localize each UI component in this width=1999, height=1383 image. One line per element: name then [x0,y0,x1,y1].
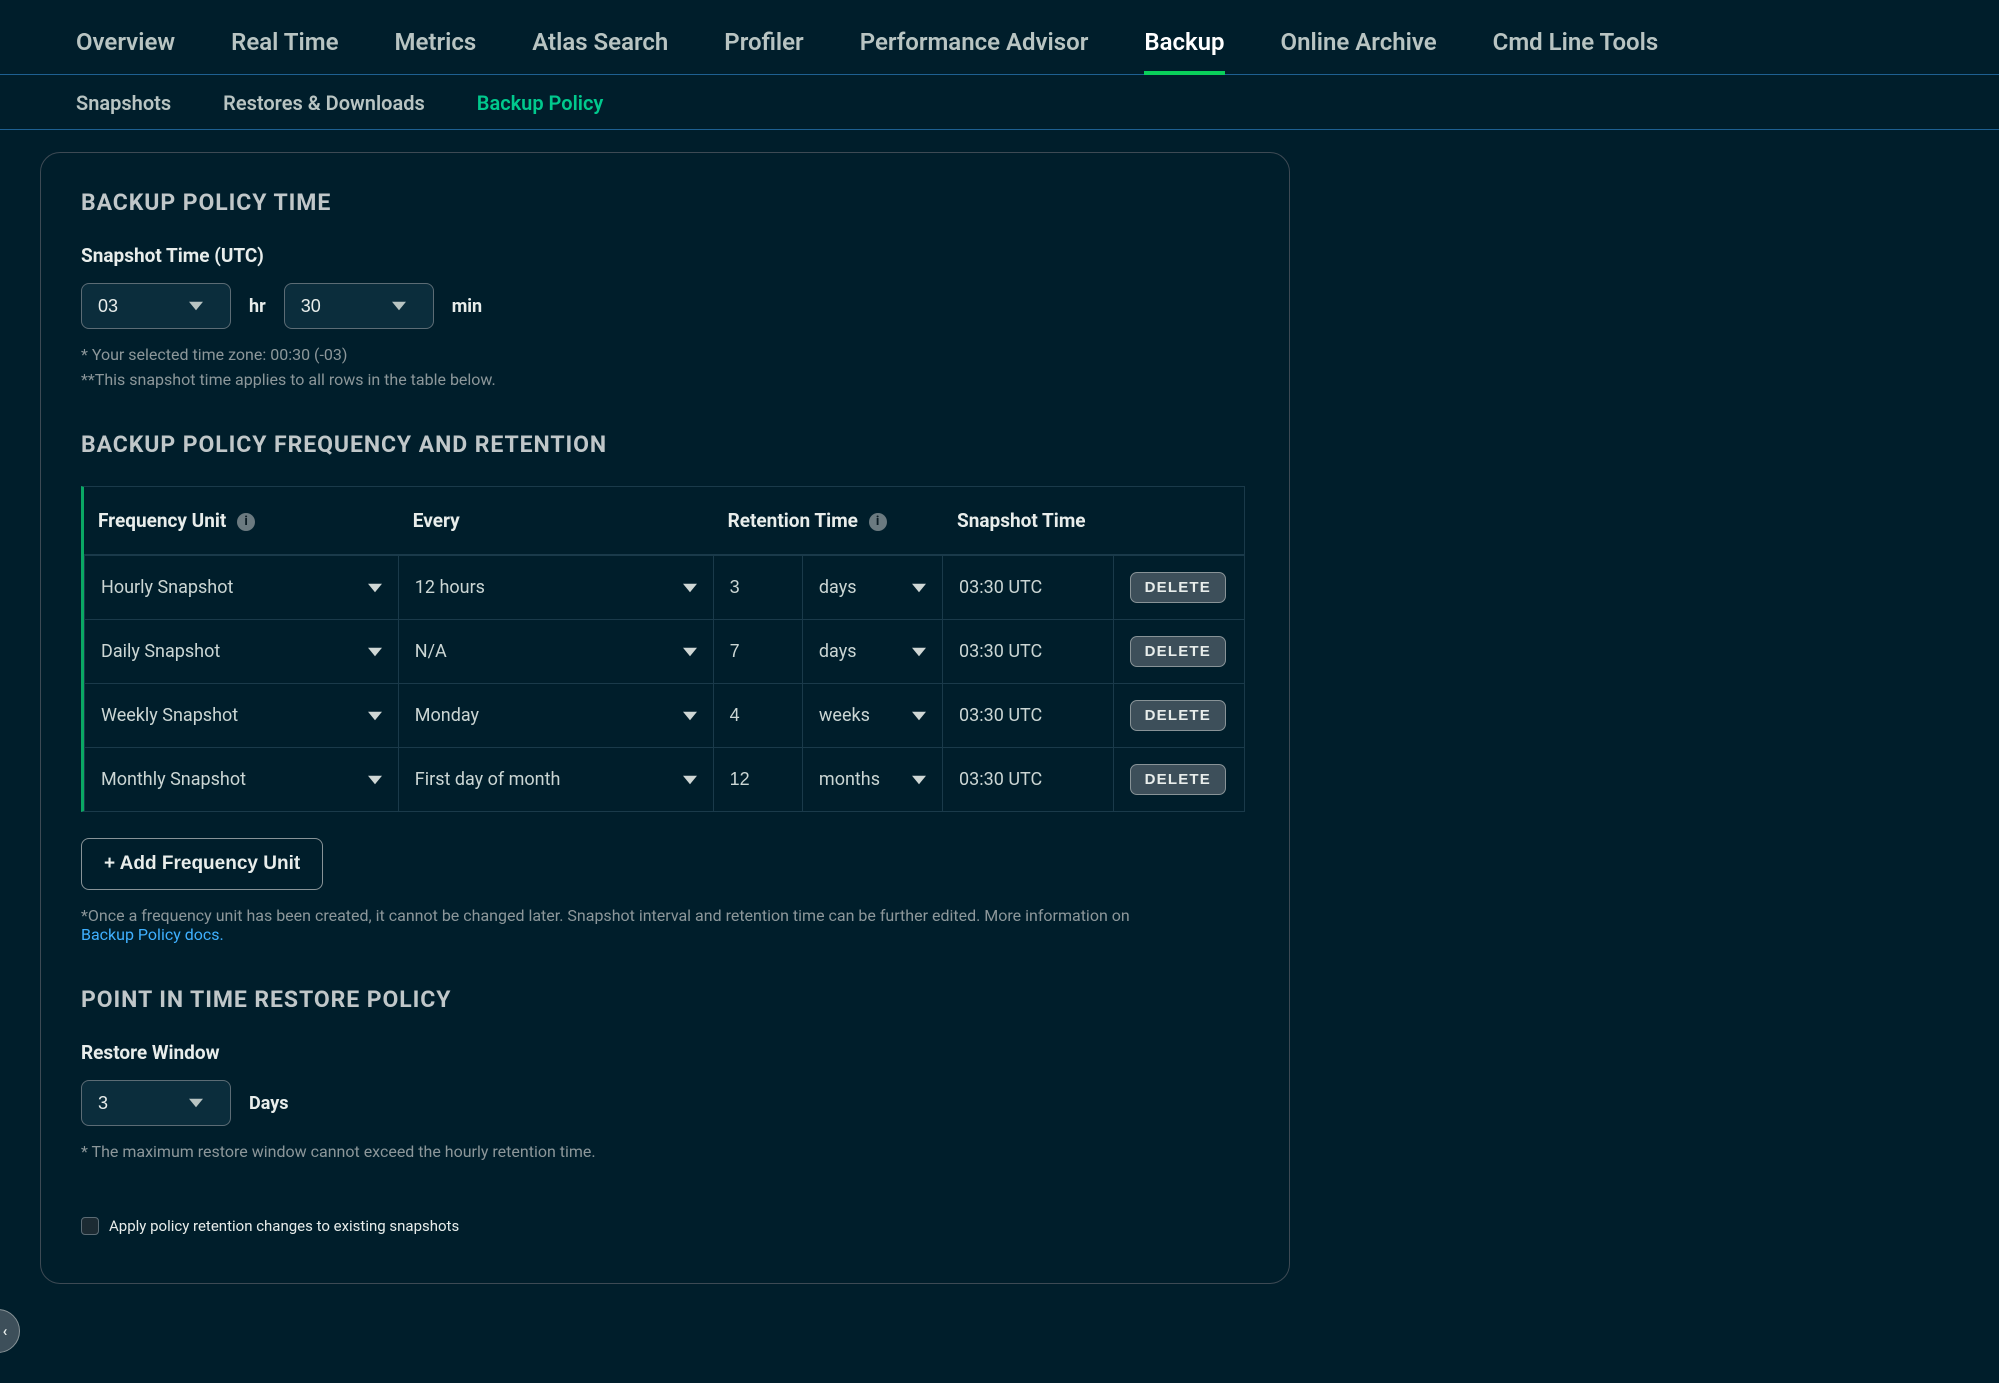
tab-real-time[interactable]: Real Time [231,28,338,74]
table-row: Monthly SnapshotFirst day of month months… [84,747,1244,811]
tab-backup[interactable]: Backup [1144,28,1224,74]
frequency-footnote: *Once a frequency unit has been created,… [81,906,1181,944]
table-row: Weekly SnapshotMonday weeks03:30 UTC DELET… [84,683,1244,747]
snapshot-time-label: Snapshot Time (UTC) [81,244,1249,267]
every-select[interactable]: 12 hours [399,557,713,619]
snapshot-time-value: 03:30 UTC [943,685,1113,747]
retention-unit-select[interactable]: weeks [803,685,942,747]
col-actions [1114,487,1244,555]
subtab-snapshots[interactable]: Snapshots [76,91,171,129]
add-frequency-unit-button[interactable]: + Add Frequency Unit [81,838,323,890]
retention-number-input[interactable] [728,704,784,727]
retention-number-input[interactable] [728,640,784,663]
tab-online-archive[interactable]: Online Archive [1281,28,1437,74]
hour-unit-label: hr [249,296,266,317]
table-row: Daily SnapshotN/A days03:30 UTC DELETE [84,619,1244,683]
apply-retention-label: Apply policy retention changes to existi… [109,1217,459,1235]
every-select[interactable]: Monday [399,685,713,747]
snapshot-time-value: 03:30 UTC [943,621,1113,683]
restore-window-note: * The maximum restore window cannot exce… [81,1142,621,1161]
col-frequency-unit: Frequency Unit i [84,487,399,555]
info-icon[interactable]: i [869,513,887,531]
restore-window-select[interactable]: 3 [81,1080,231,1126]
col-retention-time: Retention Time i [714,487,943,555]
retention-number-input[interactable] [728,768,784,791]
restore-window-unit: Days [249,1093,289,1114]
delete-button[interactable]: DELETE [1130,636,1226,667]
tab-cmd-line-tools[interactable]: Cmd Line Tools [1493,28,1659,74]
subtab-backup-policy[interactable]: Backup Policy [477,91,604,129]
frequency-unit-select[interactable]: Daily Snapshot [85,621,398,683]
collapse-panel-button[interactable]: ‹ [0,1309,20,1353]
restore-window-label: Restore Window [81,1041,1249,1064]
heading-frequency-retention: BACKUP POLICY FREQUENCY AND RETENTION [81,431,1249,458]
retention-number-input[interactable] [728,576,784,599]
timezone-note: * Your selected time zone: 00:30 (-03) [81,345,1249,364]
snapshot-minute-select[interactable]: 30 [284,283,434,329]
tab-profiler[interactable]: Profiler [724,28,803,74]
col-snapshot-time: Snapshot Time [943,487,1114,555]
frequency-unit-select[interactable]: Hourly Snapshot [85,557,398,619]
tab-metrics[interactable]: Metrics [395,28,477,74]
delete-button[interactable]: DELETE [1130,700,1226,731]
apply-retention-row: Apply policy retention changes to existi… [81,1217,1249,1235]
frequency-unit-select[interactable]: Monthly Snapshot [85,749,398,811]
info-icon[interactable]: i [237,513,255,531]
table-row: Hourly Snapshot12 hours days03:30 UTC DELE… [84,555,1244,619]
main-tabs: Overview Real Time Metrics Atlas Search … [0,0,1999,75]
frequency-unit-select[interactable]: Weekly Snapshot [85,685,398,747]
every-select[interactable]: First day of month [399,749,713,811]
heading-pitr: POINT IN TIME RESTORE POLICY [81,986,1249,1013]
apply-retention-checkbox[interactable] [81,1217,99,1235]
col-every: Every [399,487,714,555]
retention-unit-select[interactable]: days [803,621,942,683]
backup-subtabs: Snapshots Restores & Downloads Backup Po… [0,75,1999,130]
snapshot-time-value: 03:30 UTC [943,557,1113,619]
backup-policy-docs-link[interactable]: Backup Policy docs. [81,925,224,944]
tab-performance-advisor[interactable]: Performance Advisor [860,28,1089,74]
retention-unit-select[interactable]: days [803,557,942,619]
backup-policy-panel: BACKUP POLICY TIME Snapshot Time (UTC) 0… [40,152,1290,1284]
tab-overview[interactable]: Overview [76,28,175,74]
delete-button[interactable]: DELETE [1130,572,1226,603]
frequency-table: Frequency Unit i Every Retention Time i … [81,486,1245,812]
tab-atlas-search[interactable]: Atlas Search [532,28,668,74]
delete-button[interactable]: DELETE [1130,764,1226,795]
applies-note: **This snapshot time applies to all rows… [81,370,1249,389]
snapshot-hour-select[interactable]: 03 [81,283,231,329]
every-select[interactable]: N/A [399,621,713,683]
heading-policy-time: BACKUP POLICY TIME [81,189,1249,216]
subtab-restores-downloads[interactable]: Restores & Downloads [223,91,425,129]
snapshot-time-value: 03:30 UTC [943,749,1113,811]
retention-unit-select[interactable]: months [803,749,942,811]
snapshot-time-row: 03 hr 30 min [81,283,1249,329]
minute-unit-label: min [452,296,482,317]
